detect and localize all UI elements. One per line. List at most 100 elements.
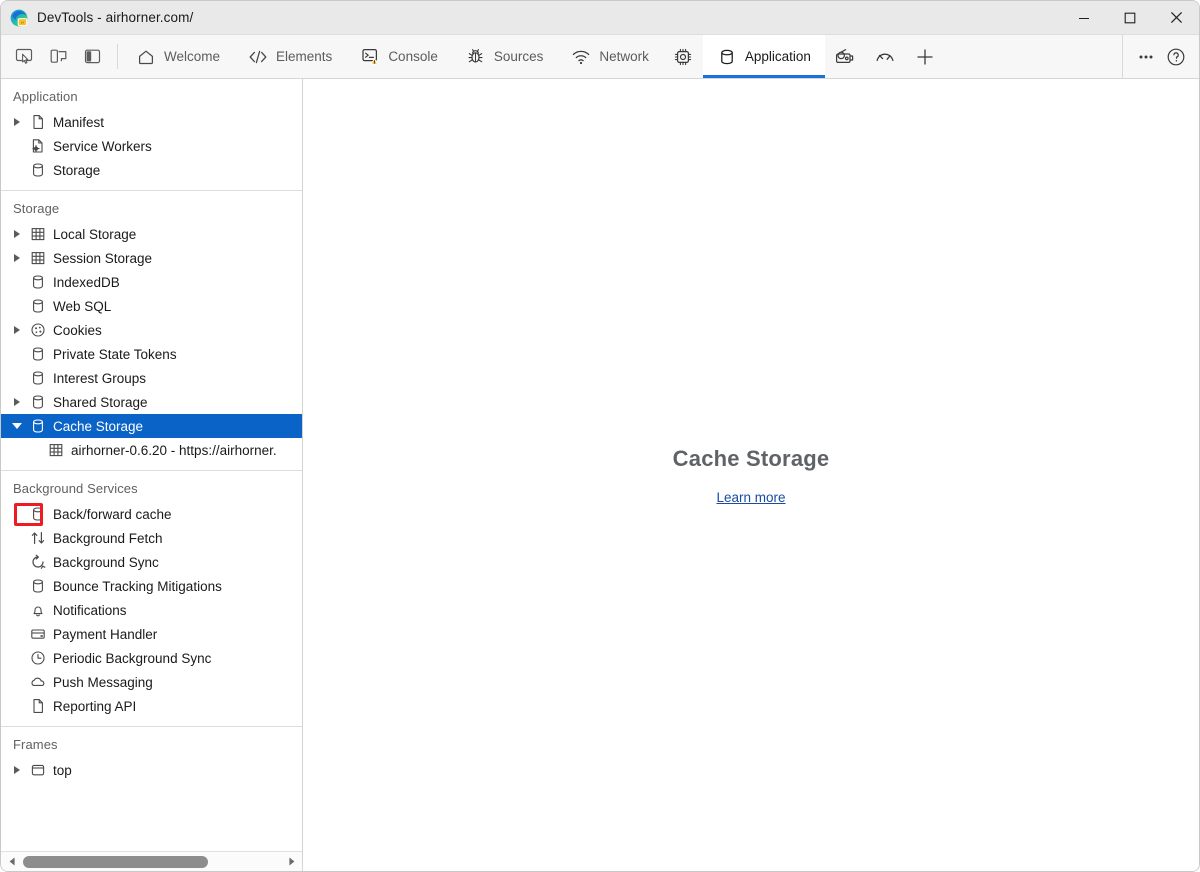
database-cylinder-icon	[27, 161, 49, 179]
arrow-placeholder	[7, 624, 27, 644]
tab-welcome[interactable]: Welcome	[122, 35, 234, 78]
arrow-placeholder	[7, 672, 27, 692]
tab-network[interactable]: Network	[557, 35, 663, 78]
sidebar-horizontal-scrollbar[interactable]	[1, 851, 302, 871]
sidebar-item-cookies[interactable]: Cookies	[1, 318, 302, 342]
cloud-icon	[27, 673, 49, 691]
sidebar-item-cache-storage[interactable]: Cache Storage	[1, 414, 302, 438]
section-title: Frames	[1, 727, 302, 758]
tab-welcome-label: Welcome	[164, 49, 220, 64]
database-cylinder-icon	[27, 577, 49, 595]
credit-card-icon	[27, 625, 49, 643]
tab-sources-label: Sources	[494, 49, 544, 64]
expand-arrow-expanded-icon[interactable]	[7, 416, 27, 436]
devtools-body: Application Manifest Service Workers Sto…	[1, 79, 1199, 871]
sidebar-scroll-area[interactable]: Application Manifest Service Workers Sto…	[1, 79, 302, 851]
scrollbar-thumb[interactable]	[23, 856, 208, 868]
arrow-placeholder	[7, 160, 27, 180]
maximize-button[interactable]	[1107, 1, 1153, 34]
database-cylinder-icon	[27, 505, 49, 523]
sidebar-item-bounce-tracking-mitigations[interactable]: Bounce Tracking Mitigations	[1, 574, 302, 598]
tab-performance-insights[interactable]	[663, 35, 703, 78]
console-prompt-icon	[360, 47, 380, 67]
sidebar-item-push-messaging[interactable]: Push Messaging	[1, 670, 302, 694]
inspect-element-button[interactable]	[9, 42, 39, 72]
sidebar-item-label: Manifest	[53, 115, 104, 130]
sidebar-item-label: Bounce Tracking Mitigations	[53, 579, 222, 594]
code-brackets-icon	[248, 47, 268, 67]
sidebar-item-background-sync[interactable]: Background Sync	[1, 550, 302, 574]
sidebar-item-notifications[interactable]: Notifications	[1, 598, 302, 622]
tab-console-label: Console	[388, 49, 438, 64]
devtools-window: ‹› DevTools - airhorner.com/	[0, 0, 1200, 872]
tab-memory-inspector[interactable]	[825, 35, 865, 78]
toolbar-left-icons	[1, 35, 113, 78]
dock-side-button[interactable]	[77, 42, 107, 72]
database-cylinder-icon	[27, 345, 49, 363]
sidebar-item-local-storage[interactable]: Local Storage	[1, 222, 302, 246]
home-icon	[136, 47, 156, 67]
main-panel: Cache Storage Learn more	[303, 79, 1199, 871]
sidebar-item-top[interactable]: top	[1, 758, 302, 782]
arrow-placeholder	[7, 344, 27, 364]
scrollbar-track[interactable]	[23, 856, 280, 868]
sidebar-item-label: Private State Tokens	[53, 347, 177, 362]
sidebar-item-shared-storage[interactable]: Shared Storage	[1, 390, 302, 414]
clock-icon	[27, 649, 49, 667]
expand-arrow-collapsed-icon[interactable]	[7, 248, 27, 268]
svg-text:‹›: ‹›	[21, 20, 25, 25]
learn-more-link[interactable]: Learn more	[716, 490, 785, 505]
document-icon	[27, 113, 49, 131]
help-button[interactable]	[1161, 42, 1191, 72]
sidebar-item-storage[interactable]: Storage	[1, 158, 302, 182]
sidebar-section-frames: Frames top	[1, 727, 302, 790]
tab-elements[interactable]: Elements	[234, 35, 346, 78]
close-button[interactable]	[1153, 1, 1199, 34]
device-emulation-button[interactable]	[43, 42, 73, 72]
expand-arrow-collapsed-icon[interactable]	[7, 320, 27, 340]
sidebar-item-label: IndexedDB	[53, 275, 120, 290]
sidebar-item-service-workers[interactable]: Service Workers	[1, 134, 302, 158]
sidebar-item-airhorner-0-6-20-https-airhorner[interactable]: airhorner-0.6.20 - https://airhorner.	[1, 438, 302, 462]
expand-arrow-collapsed-icon[interactable]	[7, 392, 27, 412]
arrow-placeholder	[7, 504, 27, 524]
document-icon	[27, 697, 49, 715]
sidebar-item-label: Reporting API	[53, 699, 136, 714]
window-title: DevTools - airhorner.com/	[37, 10, 193, 25]
sidebar-item-background-fetch[interactable]: Background Fetch	[1, 526, 302, 550]
sidebar-item-label: top	[53, 763, 72, 778]
sidebar-item-payment-handler[interactable]: Payment Handler	[1, 622, 302, 646]
sidebar-item-web-sql[interactable]: Web SQL	[1, 294, 302, 318]
inspect-cursor-icon	[15, 47, 34, 66]
scroll-left-arrow-icon[interactable]	[5, 855, 19, 869]
scroll-right-arrow-icon[interactable]	[284, 855, 298, 869]
add-panel-button[interactable]	[905, 35, 945, 78]
expand-arrow-collapsed-icon[interactable]	[7, 760, 27, 780]
sidebar-item-label: Background Sync	[53, 555, 159, 570]
sidebar-item-label: Interest Groups	[53, 371, 146, 386]
arrows-up-down-icon	[27, 529, 49, 547]
tab-application[interactable]: Application	[703, 35, 825, 78]
sidebar-item-label: Push Messaging	[53, 675, 153, 690]
sidebar-item-reporting-api[interactable]: Reporting API	[1, 694, 302, 718]
table-grid-icon	[27, 249, 49, 267]
tab-console[interactable]: Console	[346, 35, 452, 78]
sidebar-item-manifest[interactable]: Manifest	[1, 110, 302, 134]
sidebar-item-back-forward-cache[interactable]: Back/forward cache	[1, 502, 302, 526]
sidebar-item-private-state-tokens[interactable]: Private State Tokens	[1, 342, 302, 366]
question-circle-icon	[1166, 47, 1186, 67]
more-options-button[interactable]	[1131, 42, 1161, 72]
arrow-placeholder	[7, 528, 27, 548]
expand-arrow-collapsed-icon[interactable]	[7, 224, 27, 244]
sidebar-item-periodic-background-sync[interactable]: Periodic Background Sync	[1, 646, 302, 670]
expand-arrow-collapsed-icon[interactable]	[7, 112, 27, 132]
database-cylinder-icon	[27, 417, 49, 435]
sidebar-item-indexeddb[interactable]: IndexedDB	[1, 270, 302, 294]
gauge-icon	[875, 47, 895, 67]
arrow-placeholder	[7, 696, 27, 716]
sidebar-item-session-storage[interactable]: Session Storage	[1, 246, 302, 270]
tab-sources[interactable]: Sources	[452, 35, 558, 78]
tab-lighthouse[interactable]	[865, 35, 905, 78]
sidebar-item-interest-groups[interactable]: Interest Groups	[1, 366, 302, 390]
minimize-button[interactable]	[1061, 1, 1107, 34]
